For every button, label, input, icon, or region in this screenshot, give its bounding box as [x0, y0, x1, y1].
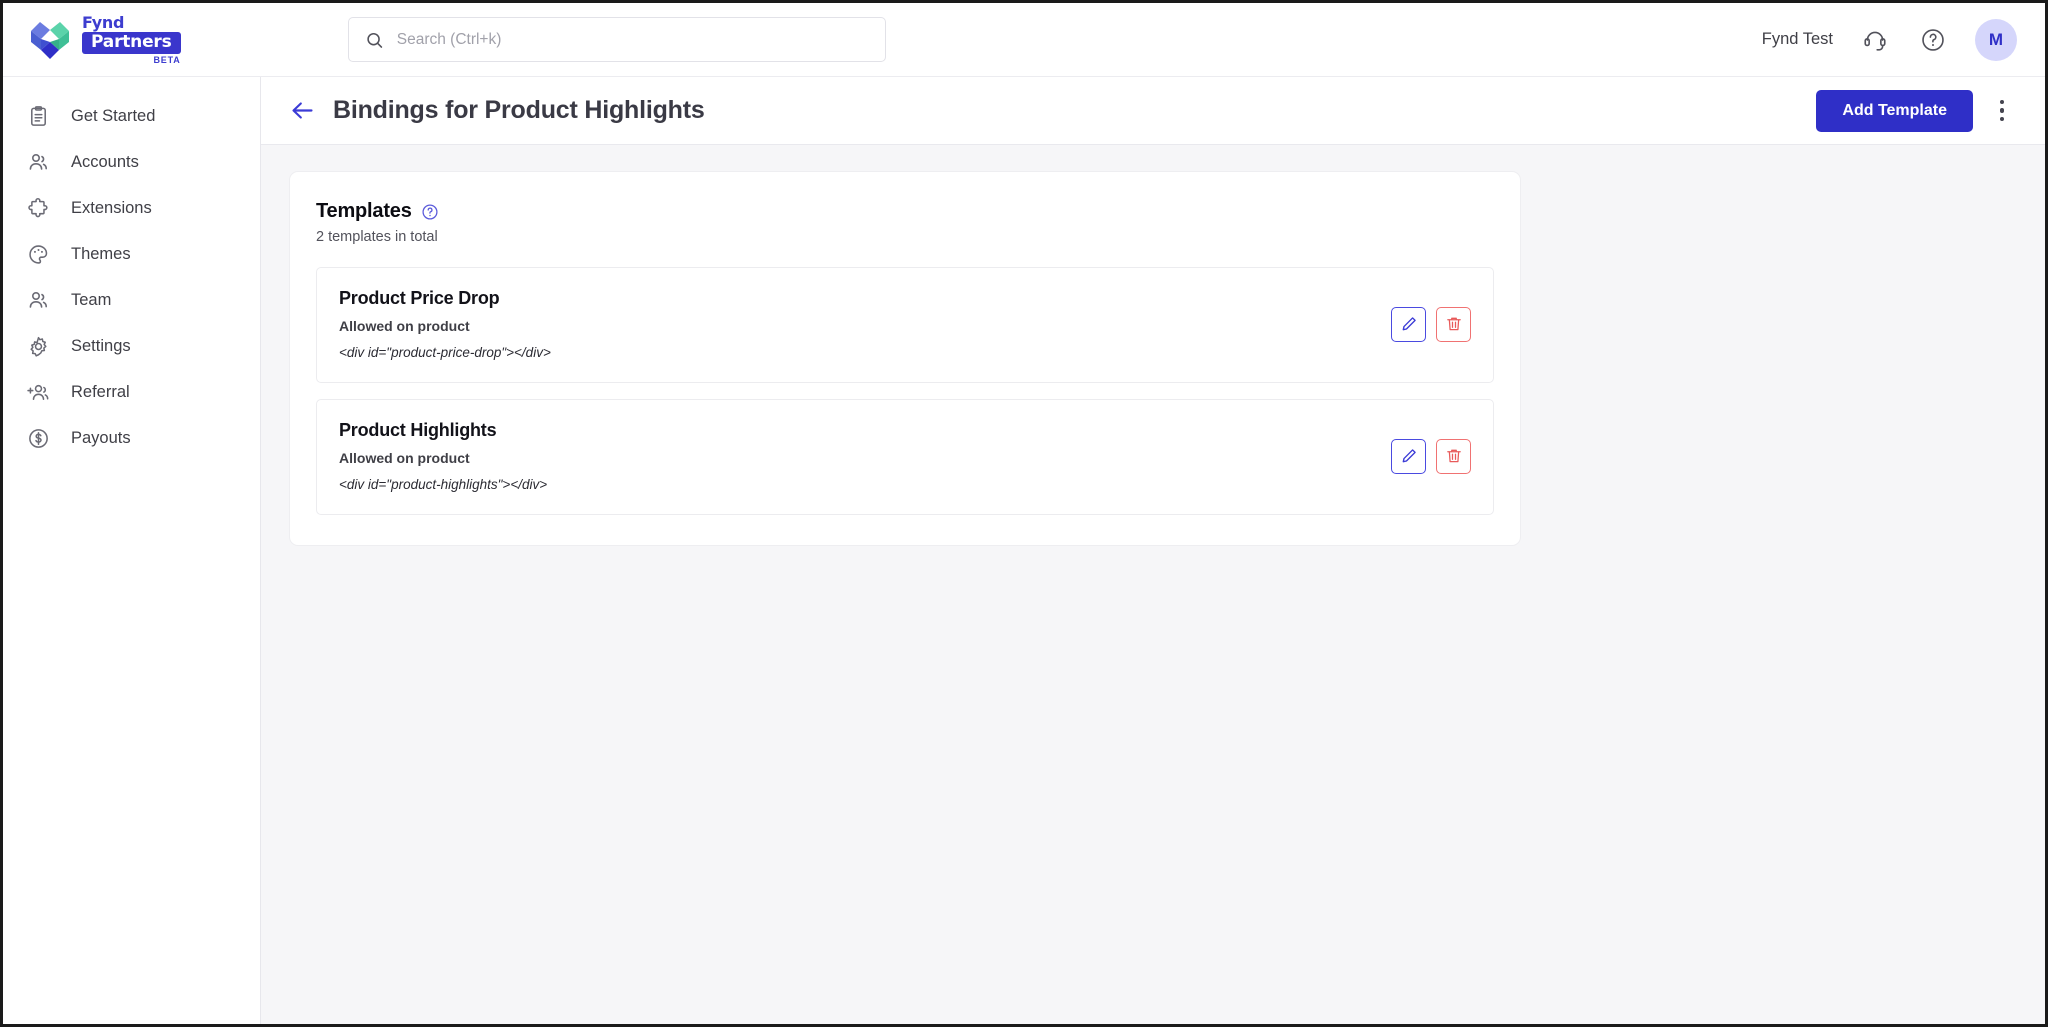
organization-name[interactable]: Fynd Test [1762, 30, 1833, 49]
sidebar-item-extensions[interactable]: Extensions [3, 185, 260, 231]
logo-fynd-text: Fynd [82, 12, 125, 32]
help-circle-icon [1922, 28, 1944, 51]
delete-template-button[interactable] [1436, 306, 1471, 342]
back-button[interactable] [285, 94, 319, 128]
support-button[interactable] [1859, 24, 1891, 56]
template-name: Product Highlights [339, 420, 497, 440]
more-vertical-icon-dot [1999, 108, 2005, 113]
template-card: Product Highlights Allowed on product <d… [316, 399, 1494, 515]
template-allowed-on: Allowed on product [339, 450, 470, 466]
sidebar-item-settings[interactable]: Settings [3, 323, 260, 369]
template-actions [1391, 306, 1471, 342]
headset-support-icon [1864, 31, 1886, 51]
sidebar-item-payouts[interactable]: Payouts [3, 415, 260, 461]
page-title: Bindings for Product Highlights [333, 96, 705, 124]
sidebar-item-get-started[interactable]: Get Started [3, 93, 260, 139]
sidebar-item-referral[interactable]: Referral [3, 369, 260, 415]
page-header: Bindings for Product Highlights Add Temp… [261, 77, 2045, 145]
trash-icon [1446, 449, 1461, 463]
sidebar-item-label: Team [71, 290, 112, 309]
sidebar-item-accounts[interactable]: Accounts [3, 139, 260, 185]
template-code-snippet: <div id="product-highlights"></div> [339, 477, 548, 492]
templates-list: Product Price Drop Allowed on product <d… [316, 267, 1494, 515]
sidebar-item-label: Referral [71, 382, 130, 401]
logo-partners-badge: Partners [82, 31, 181, 54]
app-window: Fynd Partners BETA Fynd Test [0, 0, 2048, 1027]
sidebar-item-label: Themes [71, 244, 131, 263]
arrow-left-icon [291, 102, 313, 119]
trash-icon [1446, 317, 1461, 331]
templates-panel: Templates 2 templates in total Product P… [289, 171, 1521, 546]
template-actions [1391, 438, 1471, 474]
logo-beta-badge: BETA [153, 54, 181, 65]
palette-icon [25, 241, 51, 267]
templates-panel-header: Templates [316, 200, 1494, 223]
sidebar-item-label: Extensions [71, 198, 152, 217]
sidebar-item-label: Payouts [71, 428, 131, 447]
more-options-button[interactable] [1985, 92, 2019, 130]
pencil-icon [1402, 317, 1416, 331]
clipboard-icon [25, 103, 51, 129]
edit-template-button[interactable] [1391, 438, 1426, 474]
more-vertical-icon-dot [1999, 116, 2005, 122]
template-allowed-on: Allowed on product [339, 318, 470, 334]
help-circle-icon[interactable] [421, 203, 439, 221]
person-add-icon [25, 379, 51, 405]
sidebar-item-team[interactable]: Team [3, 277, 260, 323]
dollar-circle-icon [25, 425, 51, 451]
sidebar-item-label: Accounts [71, 152, 139, 171]
more-vertical-icon-dot [1999, 99, 2005, 105]
fynd-heart-logo-icon [31, 21, 69, 59]
main-area: Bindings for Product Highlights Add Temp… [261, 77, 2045, 1024]
topbar-actions: Fynd Test M [1762, 18, 2017, 61]
people-icon [25, 287, 51, 313]
gear-icon [25, 333, 51, 359]
app-body: Get Started Accounts Extensions Themes T… [3, 77, 2045, 1024]
user-avatar[interactable]: M [1975, 18, 2017, 61]
sidebar-item-label: Get Started [71, 106, 156, 125]
delete-template-button[interactable] [1436, 438, 1471, 474]
pencil-icon [1402, 449, 1416, 463]
template-info: Product Highlights Allowed on product <d… [339, 420, 1391, 492]
brand-logo[interactable]: Fynd Partners BETA [27, 12, 342, 65]
search-bar[interactable] [348, 17, 886, 62]
sidebar-item-themes[interactable]: Themes [3, 231, 260, 277]
page-header-actions: Add Template [1816, 89, 2019, 132]
search-icon [367, 32, 383, 48]
help-button[interactable] [1917, 24, 1949, 56]
panel-title: Templates [316, 200, 412, 222]
people-icon [25, 149, 51, 175]
search-input[interactable] [396, 30, 869, 49]
template-info: Product Price Drop Allowed on product <d… [339, 288, 1391, 360]
sidebar: Get Started Accounts Extensions Themes T… [3, 77, 261, 1024]
template-card: Product Price Drop Allowed on product <d… [316, 267, 1494, 383]
add-template-button[interactable]: Add Template [1816, 89, 1973, 132]
template-name: Product Price Drop [339, 288, 500, 308]
edit-template-button[interactable] [1391, 306, 1426, 342]
templates-count: 2 templates in total [316, 229, 438, 245]
top-bar: Fynd Partners BETA Fynd Test [3, 3, 2045, 77]
template-code-snippet: <div id="product-price-drop"></div> [339, 345, 551, 360]
page-content: Templates 2 templates in total Product P… [261, 145, 2045, 1024]
sidebar-item-label: Settings [71, 336, 131, 355]
puzzle-piece-icon [25, 195, 51, 221]
